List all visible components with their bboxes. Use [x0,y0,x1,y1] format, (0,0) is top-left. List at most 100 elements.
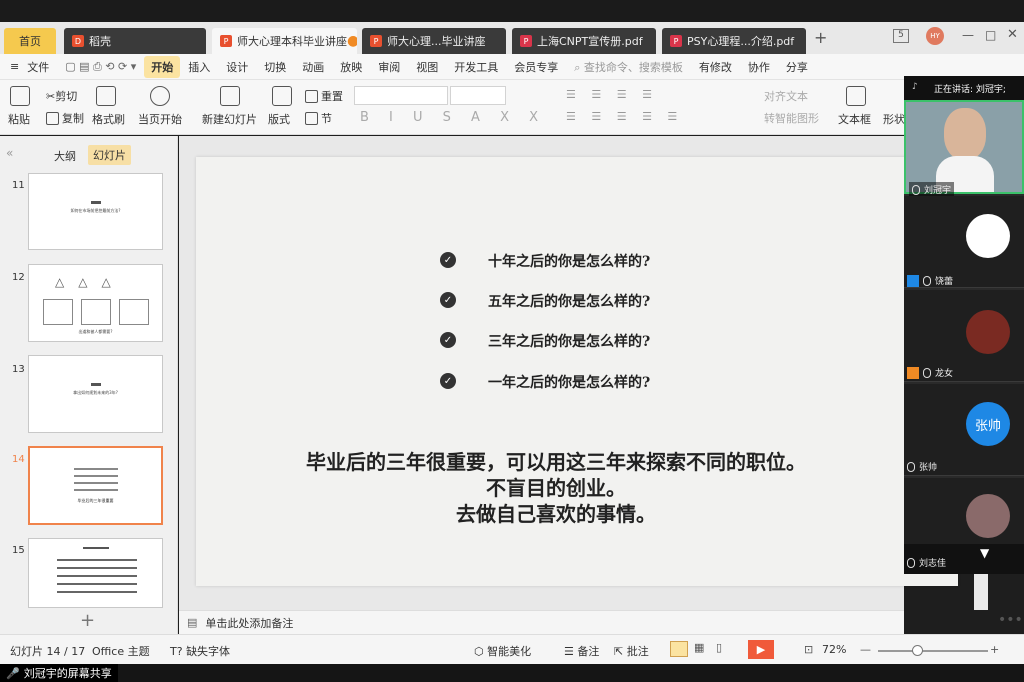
convert-smartart-button[interactable]: 转智能图形 [764,110,819,126]
reset-button[interactable]: 重置 [305,88,343,104]
play-from-current-icon[interactable] [150,86,170,106]
participant-video-5[interactable]: 刘志佳 ▼ [904,478,1024,574]
missing-font[interactable]: T? 缺失字体 [170,643,230,659]
theme-name[interactable]: Office 主题 [92,643,150,659]
format-painter-button[interactable]: 格式刷 [92,111,125,127]
participant-video-3[interactable]: 龙女 [904,290,1024,382]
participant-video-2[interactable]: 饶蕾 [904,196,1024,288]
comments-button[interactable]: ⇱ 批注 [614,643,649,659]
maximize-icon[interactable]: □ [985,28,996,42]
top-black-band [0,0,1024,22]
share-button[interactable]: 分享 [778,59,816,75]
menu-file[interactable]: 文件 [27,59,57,75]
tab-ppt-2-label: 师大心理...毕业讲座 [387,35,486,48]
play-from-current-button[interactable]: 当页开始 [138,111,182,127]
expand-down-icon[interactable]: ▼ [980,546,989,560]
slide-bullet-4: 一年之后的你是怎么样的? [488,375,651,391]
menu-item-home[interactable]: 开始 [144,55,181,78]
menu-bar: ≡ 文件 ▢ ▤ ⎙ ⟲ ⟳ ▾ 开始 插入 设计 切换 动画 放映 审阅 视图… [0,54,1024,80]
text-style-buttons[interactable]: B I U S A X X [360,110,546,125]
notes-area[interactable]: ▤ 单击此处添加备注 [179,610,904,634]
fit-window-icon[interactable]: ⊡ [804,643,813,656]
format-painter-icon[interactable] [96,86,116,106]
thumb-line [57,559,137,561]
zoom-slider[interactable] [878,650,988,652]
participant-video-4[interactable]: 张帅 张帅 [904,384,1024,476]
thumb-line [57,591,137,593]
user-avatar[interactable]: HY [926,27,944,45]
menu-item-devtools[interactable]: 开发工具 [446,59,506,75]
cut-button[interactable]: ✂ 剪切 [46,88,77,104]
zoom-out-icon[interactable]: — [860,643,871,656]
new-slide-icon[interactable] [220,86,240,106]
tab-outline[interactable]: 大纲 [54,148,76,164]
check-icon: ✓ [440,373,456,389]
menu-item-member[interactable]: 会员专享 [506,59,566,75]
close-icon[interactable]: ✕ [1007,27,1018,42]
menu-item-review[interactable]: 审阅 [370,59,408,75]
sorter-view-icon[interactable]: ▦ [694,641,704,654]
tab-ppt-active[interactable]: P 师大心理本科毕业讲座 ● [212,28,357,54]
font-family-select[interactable] [354,86,448,105]
menu-item-design[interactable]: 设计 [218,59,256,75]
textbox-icon[interactable] [846,86,866,106]
layout-icon[interactable] [272,86,292,106]
slide-thumbnail-11[interactable]: 如何在市场前把控最前方法? [28,173,163,250]
thumb-text: 如何在市场前把控最前方法? [70,208,121,213]
hamburger-icon[interactable]: ≡ [0,60,27,73]
thumb-number: 13 [12,364,25,375]
align-buttons[interactable]: ☰ ☰ ☰ ☰ ☰ [566,110,683,123]
section-button[interactable]: 节 [305,110,332,126]
menu-item-transition[interactable]: 切换 [256,59,294,75]
menu-item-insert[interactable]: 插入 [180,59,218,75]
minimize-icon[interactable]: — [962,28,974,42]
slide-thumbnail-13[interactable]: 拿出如何规划未来的3年? [28,355,163,433]
quick-access-icons[interactable]: ▢ ▤ ⎙ ⟲ ⟳ ▾ [57,60,144,74]
slide-thumbnail-14[interactable]: 毕业后的三年很重要 [28,446,163,525]
collapse-panel-icon[interactable]: « [6,146,13,160]
slide-thumbnail-12[interactable]: △△△ 出道和被人都需要? [28,264,163,342]
add-slide-button[interactable]: + [80,610,95,631]
paste-button[interactable]: 粘贴 [8,111,30,127]
notes-toggle-button[interactable]: ☰ 备注 [564,643,599,659]
tab-home[interactable]: 首页 [4,28,56,54]
beautify-button[interactable]: ⬡ 智能美化 [474,643,531,659]
play-slideshow-button[interactable]: ▶ [748,640,774,659]
collab-button[interactable]: 协作 [740,59,778,75]
tab-pdf-1[interactable]: P 上海CNPT宣传册.pdf [512,28,656,54]
zoom-level[interactable]: 72% [822,643,846,656]
tab-slides[interactable]: 幻灯片 [88,145,131,165]
slide-thumbnail-15[interactable] [28,538,163,608]
search-command[interactable]: ⌕ 查找命令、搜索模板 [566,59,691,75]
thumb-number: 14 [12,454,25,465]
participant-name-1: 刘冠宇 [909,182,955,197]
new-tab-button[interactable]: + [814,28,827,47]
mic-icon [923,275,931,286]
paste-icon[interactable] [10,86,30,106]
copy-button[interactable]: 复制 [46,110,84,126]
current-slide[interactable]: ✓ 十年之后的你是怎么样的? ✓ 五年之后的你是怎么样的? ✓ 三年之后的你是怎… [196,157,958,586]
textbox-button[interactable]: 文本框 [838,111,871,127]
slide-main-line-2: 不盲目的创业。 [486,476,626,500]
tab-ppt-2[interactable]: P 师大心理...毕业讲座 [362,28,506,54]
zoom-in-icon[interactable]: + [990,643,999,656]
reading-view-icon[interactable]: ▯ [716,641,722,654]
layout-button[interactable]: 版式 [268,111,290,127]
menu-item-animation[interactable]: 动画 [294,59,332,75]
zoom-slider-handle[interactable] [912,645,923,656]
shape-button[interactable]: 形状 [883,111,905,127]
screen-share-bar [0,664,1024,682]
align-text-button[interactable]: 对齐文本 [764,88,808,104]
list-buttons[interactable]: ☰ ☰ ☰ ☰ [566,88,658,101]
tab-daoke[interactable]: D 稻壳 [64,28,206,54]
revise-button[interactable]: 有修改 [691,59,740,75]
tab-pdf-2[interactable]: P PSY心理程...介绍.pdf [662,28,806,54]
menu-item-view[interactable]: 视图 [408,59,446,75]
menu-item-slideshow[interactable]: 放映 [332,59,370,75]
more-options-icon[interactable]: ••• [998,612,1023,628]
participant-video-1[interactable]: 刘冠宇 [904,100,1024,197]
window-count-icon[interactable]: 5 [893,29,909,43]
normal-view-icon[interactable] [670,641,688,657]
new-slide-button[interactable]: 新建幻灯片 [202,111,257,127]
font-size-select[interactable] [450,86,506,105]
